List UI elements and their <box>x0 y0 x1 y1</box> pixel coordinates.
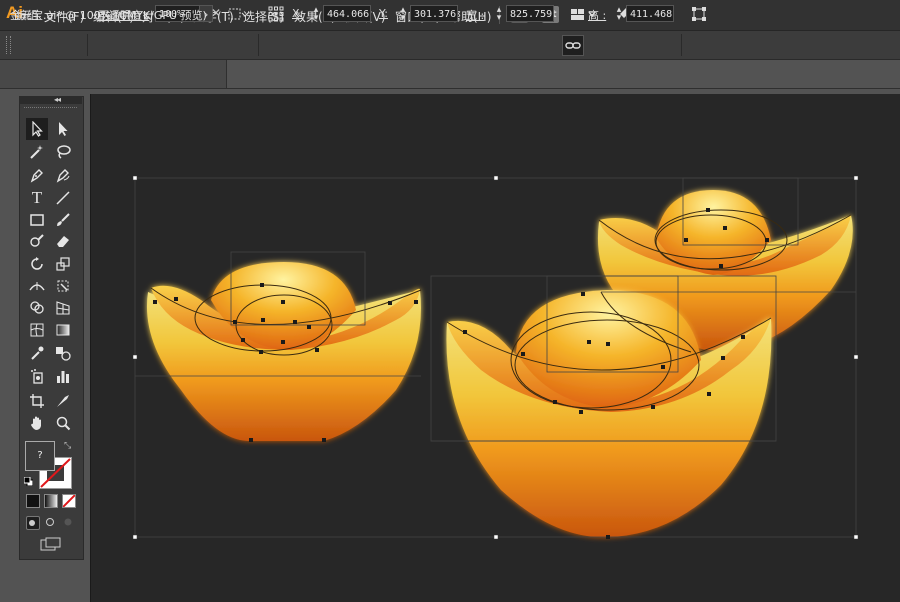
panel-menu-icon[interactable] <box>78 97 82 101</box>
mesh-tool-icon[interactable] <box>26 319 48 341</box>
paintbrush-tool-icon[interactable] <box>52 209 74 231</box>
type-tool-icon[interactable]: T <box>26 187 48 209</box>
eyedropper-tool-icon[interactable] <box>26 342 48 364</box>
width-stepper[interactable]: ▴ ▾ <box>494 6 504 23</box>
tools-panel-header[interactable] <box>19 96 82 104</box>
collapse-panel-icon[interactable]: ◂◂ <box>54 95 61 104</box>
zoom-tool-icon[interactable] <box>52 412 74 434</box>
gradient-mode-button[interactable] <box>44 494 58 508</box>
document-tab-label: 金元宝.ai* @ 100% (CMYK/GPU 预览) <box>10 9 207 22</box>
hand-tool-icon[interactable] <box>26 412 48 434</box>
curvature-tool-icon[interactable] <box>52 164 74 186</box>
artboard-canvas[interactable] <box>90 94 900 602</box>
blend-tool-icon[interactable] <box>52 342 74 364</box>
align-to-icon[interactable] <box>228 6 249 22</box>
perspective-grid-tool-icon[interactable] <box>52 297 74 319</box>
gradient-tool-icon[interactable] <box>52 319 74 341</box>
draw-normal-icon[interactable] <box>26 516 40 530</box>
ingot-artwork[interactable] <box>91 94 900 602</box>
direct-selection-tool-icon[interactable] <box>52 118 74 140</box>
width-tool-icon[interactable] <box>26 275 48 297</box>
selection-tool-icon[interactable] <box>26 118 48 140</box>
divider <box>681 34 682 56</box>
artboard-tool-icon[interactable] <box>26 390 48 412</box>
shaper-tool-icon[interactable] <box>26 230 48 252</box>
slice-tool-icon[interactable] <box>52 390 74 412</box>
height-field[interactable]: 411.468 <box>626 5 674 22</box>
control-bar <box>0 31 900 60</box>
tools-panel-grip[interactable] <box>24 107 77 110</box>
scale-tool-icon[interactable] <box>52 253 74 275</box>
divider <box>87 34 88 56</box>
document-tab[interactable] <box>0 60 227 88</box>
width-field[interactable]: 825.759 <box>506 5 554 22</box>
none-mode-button[interactable] <box>62 494 76 508</box>
change-screen-mode-icon[interactable] <box>40 537 62 551</box>
magic-wand-tool-icon[interactable] <box>26 141 48 163</box>
reference-point-icon[interactable] <box>268 6 284 22</box>
x-field[interactable]: 464.066 <box>323 5 371 22</box>
draw-inside-icon[interactable] <box>62 516 74 528</box>
draw-behind-icon[interactable] <box>44 516 56 528</box>
default-fill-stroke-icon[interactable] <box>23 475 34 487</box>
symbol-sprayer-tool-icon[interactable] <box>26 365 48 387</box>
x-stepper[interactable]: ▴ ▾ <box>311 6 321 23</box>
color-mode-button[interactable] <box>26 494 40 508</box>
lasso-tool-icon[interactable] <box>52 141 74 163</box>
divider <box>258 34 259 56</box>
fill-color-swatch[interactable]: ? <box>25 441 55 471</box>
constrain-proportions-link-icon[interactable] <box>562 35 584 56</box>
height-stepper[interactable]: ▴ ▾ <box>614 6 624 23</box>
transform-icon[interactable] <box>691 6 707 22</box>
y-stepper[interactable]: ▴ ▾ <box>398 6 408 23</box>
x-label: X: <box>292 7 304 20</box>
close-tab-icon[interactable]: ✕ <box>211 6 221 20</box>
width-label: 宽 : <box>466 9 485 22</box>
swap-fill-stroke-icon[interactable]: ⤡ <box>64 441 71 451</box>
line-segment-tool-icon[interactable] <box>52 187 74 209</box>
column-graph-tool-icon[interactable] <box>52 365 74 387</box>
rectangle-tool-icon[interactable] <box>26 209 48 231</box>
rotate-tool-icon[interactable] <box>26 253 48 275</box>
shape-builder-tool-icon[interactable] <box>26 297 48 319</box>
gold-ingot-left[interactable] <box>146 262 421 441</box>
control-bar-grip[interactable] <box>6 36 11 54</box>
pen-tool-icon[interactable] <box>26 164 48 186</box>
y-field[interactable]: 301.376 <box>410 5 458 22</box>
height-label: 高 : <box>588 9 607 22</box>
free-transform-tool-icon[interactable] <box>52 275 74 297</box>
eraser-tool-icon[interactable] <box>52 230 74 252</box>
y-label: Y: <box>379 7 388 20</box>
